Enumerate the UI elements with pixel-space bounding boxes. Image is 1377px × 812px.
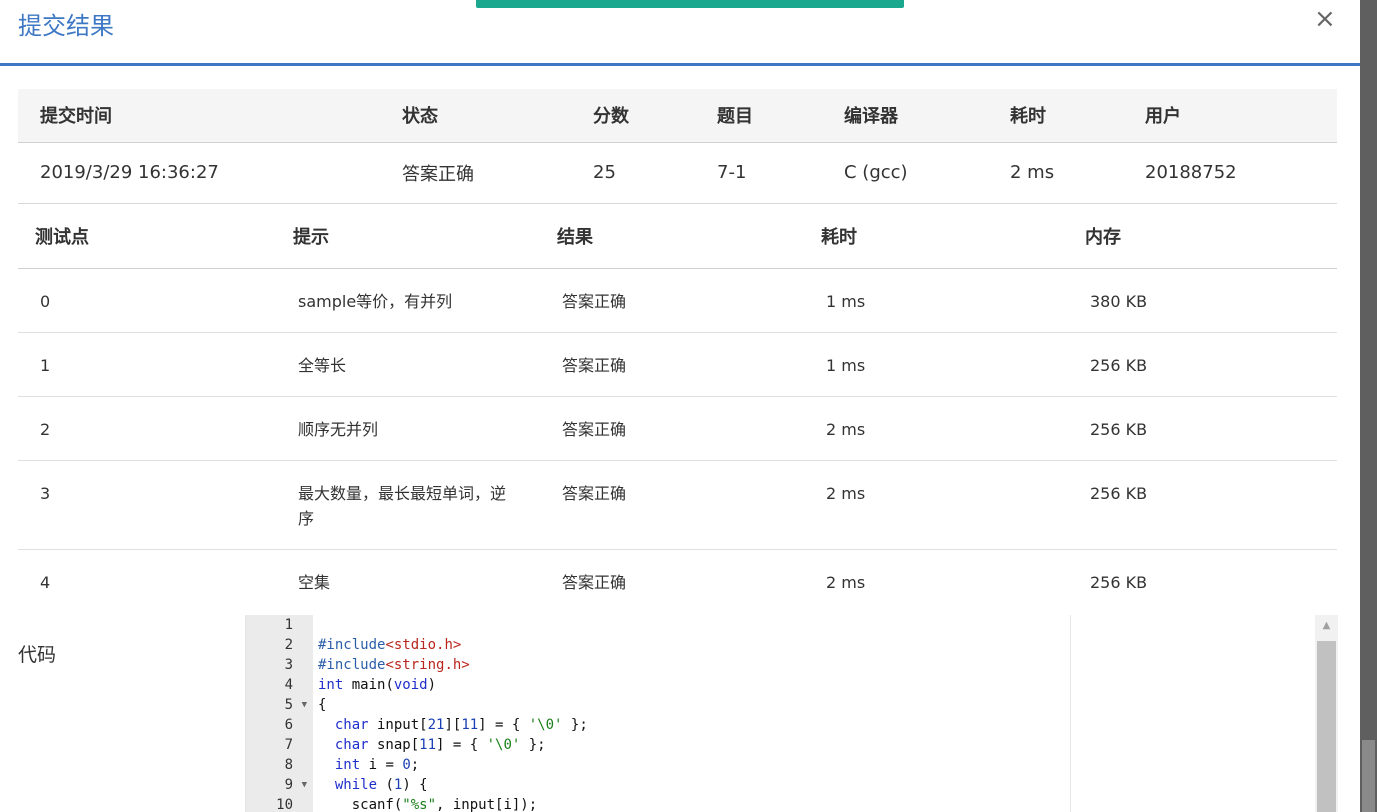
line-number: 6 bbox=[284, 717, 293, 733]
case-id: 4 bbox=[40, 572, 51, 592]
code-line: int main(void) bbox=[318, 677, 437, 693]
case-memory: 256 KB bbox=[1090, 355, 1148, 375]
dialog-header: 提交结果 × bbox=[0, 0, 1360, 66]
table-row: 2 顺序无并列 答案正确 2 ms 256 KB bbox=[18, 396, 1337, 460]
table-row: 3 最大数量，最长最短单词，逆序 答案正确 2 ms 256 KB bbox=[18, 460, 1337, 549]
code-viewer[interactable]: 1 2 3 4 5 ▼ 6 7 8 9 ▼ 10 #include<stdio.h>… bbox=[245, 615, 1338, 812]
header-status: 状态 bbox=[402, 106, 438, 128]
code-content[interactable]: #include<stdio.h> #include<string.h> int… bbox=[313, 615, 1071, 812]
code-line: int i = 0; bbox=[334, 757, 420, 773]
header-submit-time: 提交时间 bbox=[40, 106, 112, 128]
code-line: char snap[11] = { '\0' }; bbox=[334, 737, 546, 753]
line-number: 4 bbox=[284, 677, 293, 693]
score: 25 bbox=[593, 162, 616, 183]
case-hint: 全等长 bbox=[298, 355, 347, 375]
header-score: 分数 bbox=[593, 106, 629, 128]
line-number: 8 bbox=[284, 757, 293, 773]
close-icon[interactable]: × bbox=[1314, 6, 1336, 32]
problem-link[interactable]: 7-1 bbox=[695, 142, 822, 203]
line-number: 2 bbox=[284, 637, 293, 653]
code-line: char input[21][11] = { '\0' }; bbox=[334, 717, 588, 733]
case-time: 2 ms bbox=[826, 572, 866, 592]
code-line: while (1) { bbox=[334, 777, 428, 793]
code-line: { bbox=[318, 697, 327, 713]
code-line: scanf("%s", input[i]); bbox=[318, 797, 538, 812]
header-memory: 内存 bbox=[1085, 226, 1121, 248]
submission-summary-table: 提交时间 状态 分数 题目 编译器 耗时 用户 2019/3/29 16:36:… bbox=[18, 89, 1337, 204]
case-result: 答案正确 bbox=[562, 291, 627, 311]
case-memory: 256 KB bbox=[1090, 483, 1148, 503]
user: 20188752 bbox=[1145, 162, 1237, 183]
page-scrollbar[interactable] bbox=[1360, 0, 1377, 812]
case-memory: 256 KB bbox=[1090, 572, 1148, 592]
scroll-up-arrow-icon[interactable]: ▲ bbox=[1315, 615, 1338, 637]
code-scrollbar-thumb[interactable] bbox=[1317, 641, 1336, 812]
table-row: 1 全等长 答案正确 1 ms 256 KB bbox=[18, 332, 1337, 396]
line-number: 5 ▼ bbox=[284, 695, 307, 715]
case-time: 1 ms bbox=[826, 291, 866, 311]
case-result: 答案正确 bbox=[562, 419, 627, 439]
header-compiler: 编译器 bbox=[844, 106, 898, 128]
case-id: 0 bbox=[40, 291, 51, 311]
case-time: 2 ms bbox=[826, 419, 866, 439]
page-scrollbar-thumb[interactable] bbox=[1362, 740, 1375, 812]
summary-row: 2019/3/29 16:36:27 答案正确 25 7-1 C (gcc) 2… bbox=[18, 142, 1337, 203]
case-memory: 256 KB bbox=[1090, 419, 1148, 439]
header-time: 耗时 bbox=[821, 226, 857, 248]
case-hint: 最大数量，最长最短单词，逆序 bbox=[298, 483, 507, 528]
case-hint: 顺序无并列 bbox=[298, 419, 379, 439]
compiler: C (gcc) bbox=[844, 162, 908, 183]
case-time: 2 ms bbox=[826, 483, 866, 503]
case-result: 答案正确 bbox=[562, 483, 627, 503]
header-problem: 题目 bbox=[717, 106, 753, 128]
case-id: 2 bbox=[40, 419, 51, 439]
case-result: 答案正确 bbox=[562, 355, 627, 375]
summary-header-row: 提交时间 状态 分数 题目 编译器 耗时 用户 bbox=[18, 89, 1337, 142]
header-elapsed: 耗时 bbox=[1010, 106, 1046, 128]
case-hint: sample等价，有并列 bbox=[298, 291, 453, 311]
code-line: #include<string.h> bbox=[318, 657, 470, 673]
status-badge: 答案正确 bbox=[402, 163, 474, 185]
header-hint: 提示 bbox=[293, 226, 329, 248]
code-scrollbar[interactable]: ▲ bbox=[1315, 615, 1338, 812]
test-cases-table: 测试点 提示 结果 耗时 内存 0 sample等价，有并列 答案正确 1 ms… bbox=[18, 204, 1337, 613]
line-number: 3 bbox=[284, 657, 293, 673]
code-label: 代码 bbox=[18, 644, 57, 666]
line-number-gutter: 1 2 3 4 5 ▼ 6 7 8 9 ▼ 10 bbox=[246, 615, 313, 812]
cases-header-row: 测试点 提示 结果 耗时 内存 bbox=[18, 204, 1337, 268]
case-result: 答案正确 bbox=[562, 572, 627, 592]
case-id: 1 bbox=[40, 355, 51, 375]
elapsed: 2 ms bbox=[1010, 162, 1055, 183]
code-line: #include<stdio.h> bbox=[318, 637, 462, 653]
line-number: 10 bbox=[276, 797, 293, 812]
table-row: 0 sample等价，有并列 答案正确 1 ms 380 KB bbox=[18, 268, 1337, 332]
line-number: 7 bbox=[284, 737, 293, 753]
header-test-point: 测试点 bbox=[35, 226, 89, 248]
table-row: 4 空集 答案正确 2 ms 256 KB bbox=[18, 549, 1337, 613]
line-number: 9 ▼ bbox=[284, 775, 307, 795]
line-number: 1 bbox=[284, 617, 293, 633]
case-time: 1 ms bbox=[826, 355, 866, 375]
header-result: 结果 bbox=[557, 226, 593, 248]
header-user: 用户 bbox=[1145, 106, 1181, 128]
submit-time: 2019/3/29 16:36:27 bbox=[40, 162, 219, 183]
case-id: 3 bbox=[40, 483, 51, 503]
fold-arrow-icon[interactable]: ▼ bbox=[302, 775, 307, 795]
case-memory: 380 KB bbox=[1090, 291, 1148, 311]
case-hint: 空集 bbox=[298, 572, 331, 592]
fold-arrow-icon[interactable]: ▼ bbox=[302, 695, 307, 715]
dialog-title: 提交结果 bbox=[18, 12, 114, 40]
